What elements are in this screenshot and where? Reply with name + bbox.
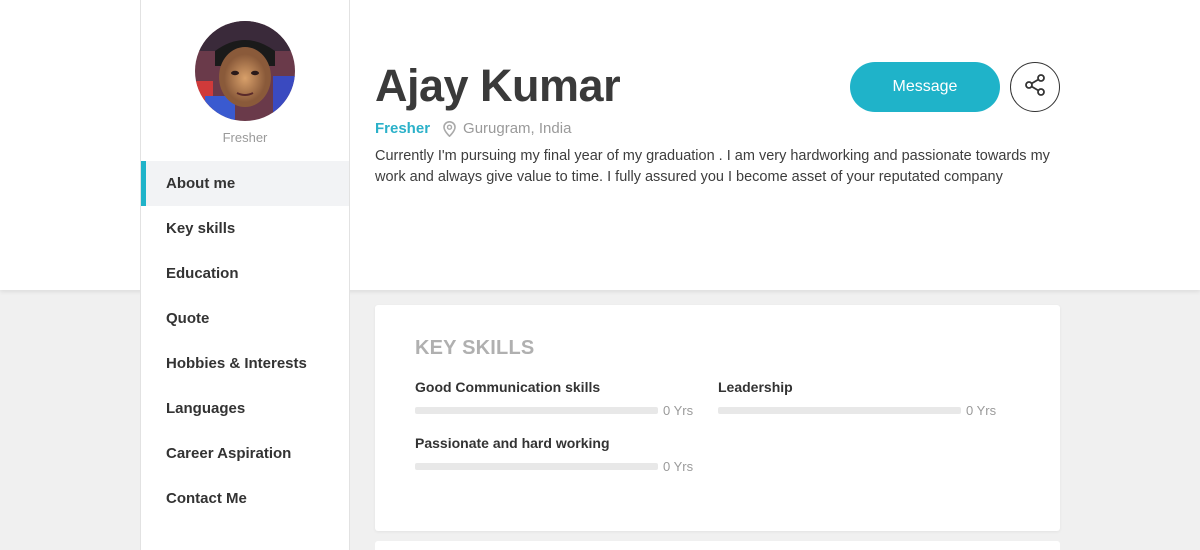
skill-item: Leadership 0 Yrs	[718, 379, 998, 418]
profile-name: Ajay Kumar	[375, 60, 621, 111]
share-button[interactable]	[1010, 62, 1060, 112]
sidebar-item-hobbies-interests[interactable]: Hobbies & Interests	[141, 341, 349, 386]
sidebar-item-quote[interactable]: Quote	[141, 296, 349, 341]
profile-bio: Currently I'm pursuing my final year of …	[375, 148, 1050, 185]
profile-meta: Fresher Gurugram, India	[375, 120, 571, 137]
skill-years: 0 Yrs	[966, 403, 997, 418]
skill-item: Good Communication skills 0 Yrs	[415, 379, 695, 418]
skill-name: Leadership	[718, 379, 793, 395]
skill-years: 0 Yrs	[663, 403, 694, 418]
message-button[interactable]: Message	[850, 62, 1000, 112]
next-section-card	[375, 541, 1060, 550]
sidebar-item-about-me[interactable]: About me	[141, 161, 349, 206]
avatar	[195, 21, 295, 121]
skill-progress-bar	[718, 407, 961, 414]
sidebar-item-languages[interactable]: Languages	[141, 386, 349, 431]
skill-name: Passionate and hard working	[415, 435, 610, 451]
sidebar-item-contact-me[interactable]: Contact Me	[141, 476, 349, 521]
key-skills-card: KEY SKILLS Good Communication skills 0 Y…	[375, 305, 1060, 531]
skill-progress-bar	[415, 407, 658, 414]
sidebar-item-education[interactable]: Education	[141, 251, 349, 296]
location-text: Gurugram, India	[463, 120, 572, 137]
profile-sidebar: Fresher About me Key skills Education Qu…	[140, 0, 350, 550]
avatar-caption: Fresher	[222, 130, 268, 145]
key-skills-title: KEY SKILLS	[415, 337, 535, 359]
sidebar-item-career-aspiration[interactable]: Career Aspiration	[141, 431, 349, 476]
share-icon	[1023, 73, 1047, 102]
sidebar-nav: About me Key skills Education Quote Hobb…	[141, 161, 349, 521]
skill-progress-bar	[415, 463, 658, 470]
status-badge: Fresher	[375, 120, 431, 137]
location-pin-icon	[443, 120, 456, 137]
sidebar-item-key-skills[interactable]: Key skills	[141, 206, 349, 251]
skill-name: Good Communication skills	[415, 379, 601, 395]
skill-years: 0 Yrs	[663, 459, 694, 474]
skill-item: Passionate and hard working 0 Yrs	[415, 435, 695, 474]
